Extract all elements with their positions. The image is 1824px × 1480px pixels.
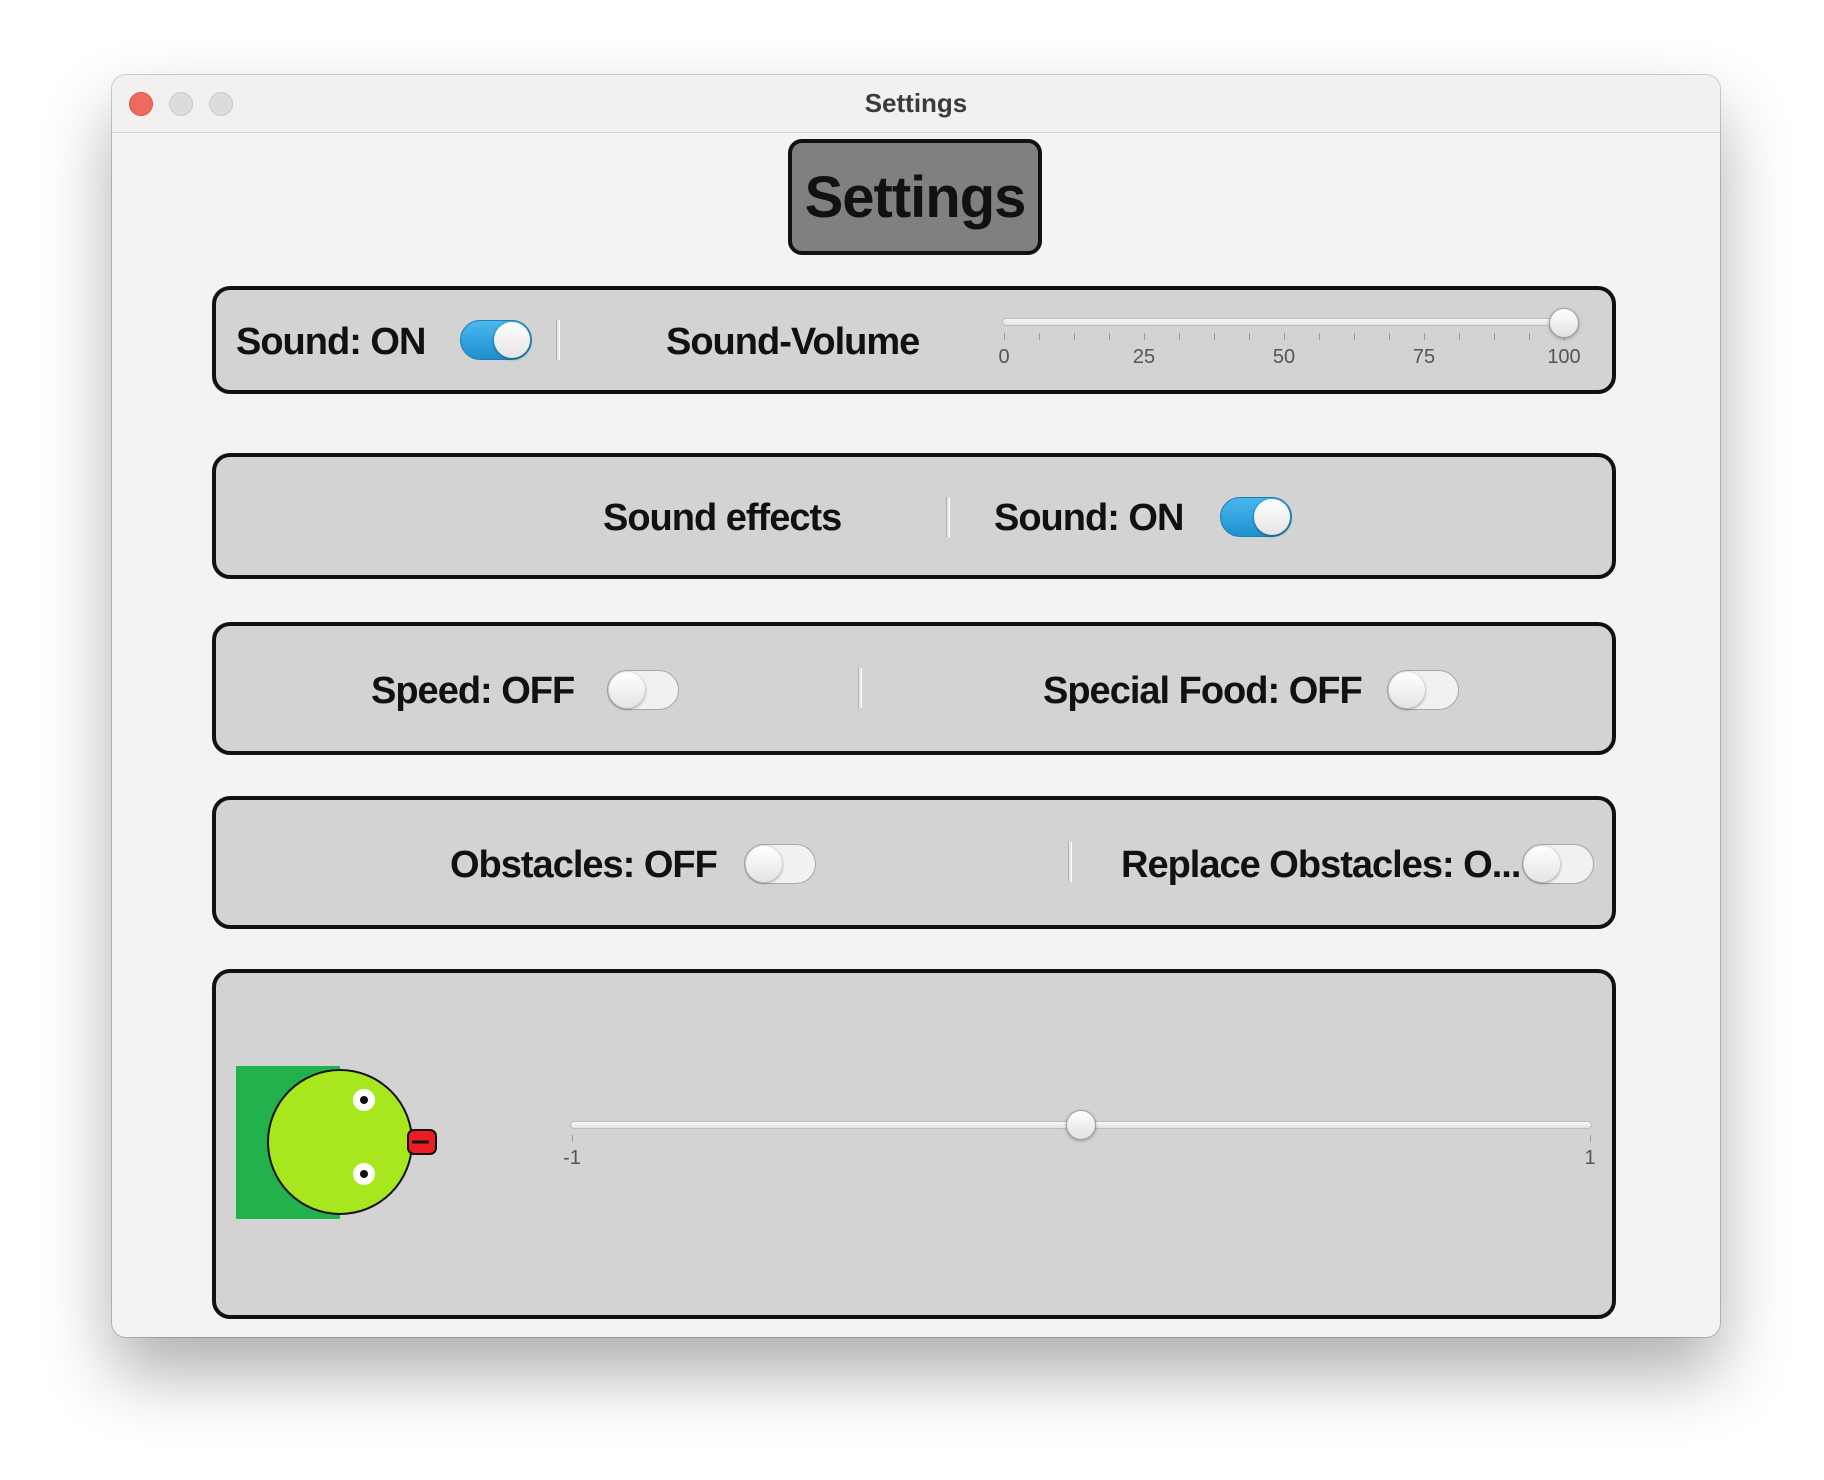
obstacles-label: Obstacles: OFF — [450, 844, 718, 886]
sound-effects-toggle-label: Sound: ON — [994, 497, 1184, 539]
volume-tick-label: 25 — [1132, 346, 1156, 368]
volume-tick — [1459, 333, 1460, 340]
volume-tick — [1109, 333, 1110, 340]
volume-tick — [1179, 333, 1180, 340]
volume-tick — [1144, 333, 1145, 340]
volume-slider-thumb[interactable] — [1549, 308, 1579, 338]
replace-obstacles-toggle-knob — [1524, 846, 1560, 882]
volume-slider-track[interactable] — [1002, 318, 1578, 326]
snake-pupil — [360, 1096, 368, 1104]
volume-tick — [1354, 333, 1355, 340]
speed-label: Speed: OFF — [371, 670, 575, 712]
snake-slider-tick — [572, 1135, 573, 1142]
sound-effects-toggle[interactable] — [1220, 497, 1292, 537]
speed-food-panel: Speed: OFF Special Food: OFF — [212, 622, 1616, 755]
volume-tick — [1529, 333, 1530, 340]
volume-tick — [1494, 333, 1495, 340]
volume-tick — [1389, 333, 1390, 340]
settings-heading: Settings — [788, 139, 1042, 255]
special-food-toggle[interactable] — [1387, 670, 1459, 710]
volume-tick — [1319, 333, 1320, 340]
obstacles-panel: Obstacles: OFF Replace Obstacles: O... — [212, 796, 1616, 929]
snake-head — [267, 1069, 413, 1215]
volume-tick — [1424, 333, 1425, 340]
settings-heading-text: Settings — [804, 164, 1027, 230]
snake-slider-thumb[interactable] — [1066, 1110, 1096, 1140]
sound-effects-toggle-knob — [1254, 499, 1290, 535]
special-food-toggle-knob — [1389, 672, 1425, 708]
sound-effects-panel: Sound effects Sound: ON — [212, 453, 1616, 579]
sound-volume-panel: Sound: ON Sound-Volume 0 25 50 75 100 — [212, 286, 1616, 394]
volume-tick-label: 0 — [998, 346, 1010, 368]
replace-obstacles-toggle[interactable] — [1522, 844, 1594, 884]
speed-toggle-knob — [609, 672, 645, 708]
volume-tick — [1249, 333, 1250, 340]
divider — [946, 497, 950, 537]
special-food-label: Special Food: OFF — [1043, 670, 1363, 712]
sound-toggle-knob — [494, 322, 530, 358]
volume-tick-label: 100 — [1547, 346, 1581, 368]
volume-tick — [1039, 333, 1040, 340]
snake-pupil — [360, 1170, 368, 1178]
divider — [858, 668, 862, 708]
snake-slider-min-label: -1 — [563, 1147, 581, 1169]
obstacles-toggle-knob — [746, 846, 782, 882]
snake-panel: -1 1 — [212, 969, 1616, 1319]
snake-slider-tick — [1590, 1135, 1591, 1142]
volume-tick-label: 75 — [1412, 346, 1436, 368]
volume-tick — [1074, 333, 1075, 340]
sound-volume-label: Sound-Volume — [666, 321, 920, 363]
volume-tick — [1004, 333, 1005, 340]
volume-tick-label: 50 — [1272, 346, 1296, 368]
snake-head-icon — [236, 1066, 437, 1219]
divider — [556, 320, 560, 360]
divider — [1068, 842, 1072, 882]
snake-slider-max-label: 1 — [1584, 1147, 1596, 1169]
sound-effects-label: Sound effects — [603, 497, 842, 539]
sound-toggle-label: Sound: ON — [236, 321, 426, 363]
volume-tick — [1214, 333, 1215, 340]
obstacles-toggle[interactable] — [744, 844, 816, 884]
replace-obstacles-label: Replace Obstacles: O... — [1121, 844, 1521, 886]
sound-toggle[interactable] — [460, 320, 532, 360]
window-title: Settings — [864, 88, 968, 118]
speed-toggle[interactable] — [607, 670, 679, 710]
title-bar: Settings — [112, 75, 1720, 133]
volume-tick — [1284, 333, 1285, 340]
settings-window: Settings Settings Sound: ON Sound-Volume — [112, 75, 1720, 1337]
